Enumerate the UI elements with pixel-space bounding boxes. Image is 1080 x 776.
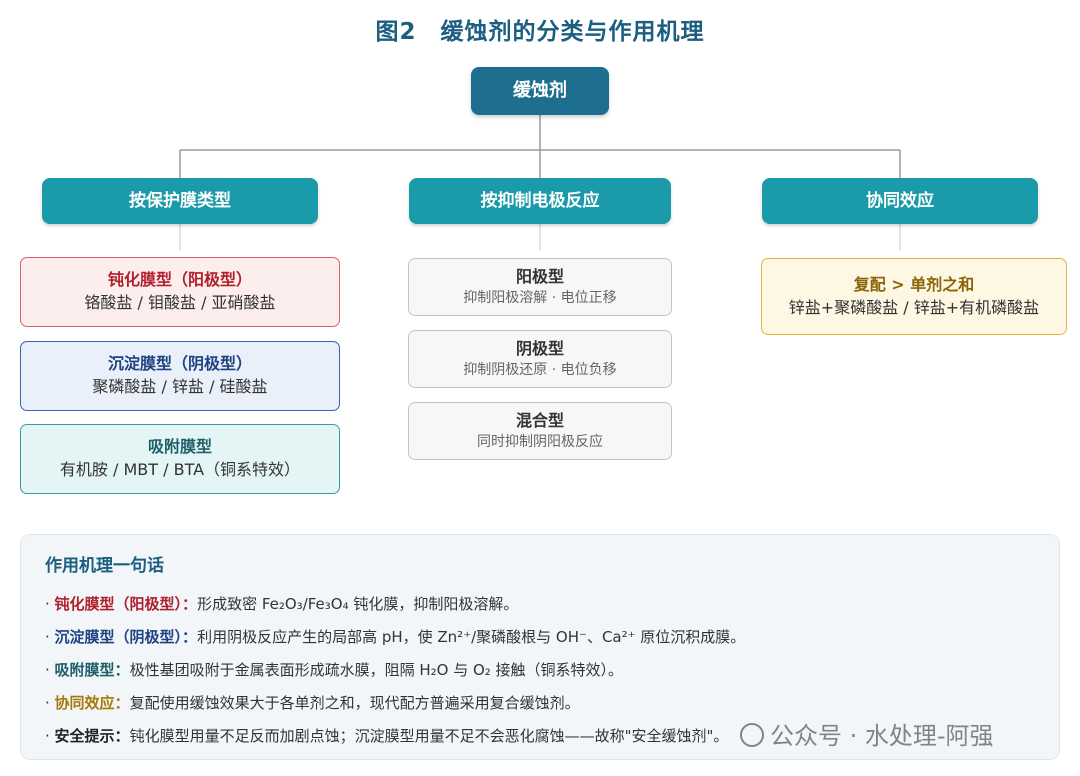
watermark: 公众号 · 水处理-阿强	[740, 716, 994, 751]
passivation-film-heading: 钝化膜型（阳极型）	[107, 270, 252, 289]
cathodic-type-heading: 阴极型	[515, 339, 564, 358]
mixed-type-node: 混合型 同时抑制阴阳极反应	[408, 402, 672, 460]
mixed-type-heading: 混合型	[515, 411, 564, 430]
summary-text: 复配使用缓蚀效果大于各单剂之和，现代配方普遍采用复合缓蚀剂。	[129, 694, 580, 712]
summary-row-passivation: · 钝化膜型（阳极型）：形成致密 Fe₂O₃/Fe₃O₄ 钝化膜，抑制阳极溶解。	[45, 595, 519, 613]
cathodic-type-node: 阴极型 抑制阴极还原 · 电位负移	[408, 330, 672, 388]
summary-row-precipitation: · 沉淀膜型（阴极型）：利用阴极反应产生的局部高 pH，使 Zn²⁺/聚磷酸根与…	[45, 628, 746, 646]
passivation-film-node: 钝化膜型（阳极型） 铬酸盐 / 钼酸盐 / 亚硝酸盐	[20, 257, 340, 327]
category-film-type: 按保护膜类型	[42, 178, 318, 224]
summary-text: 极性基团吸附于金属表面形成疏水膜，阻隔 H₂O 与 O₂ 接触（铜系特效）。	[129, 661, 624, 679]
anodic-type-heading: 阳极型	[515, 267, 564, 286]
summary-label: 协同效应：	[54, 694, 130, 712]
cathodic-type-detail: 抑制阴极还原 · 电位负移	[463, 362, 617, 378]
summary-text: 利用阴极反应产生的局部高 pH，使 Zn²⁺/聚磷酸根与 OH⁻、Ca²⁺ 原位…	[197, 628, 746, 646]
summary-label: 安全提示：	[54, 727, 130, 745]
summary-text: 形成致密 Fe₂O₃/Fe₃O₄ 钝化膜，抑制阳极溶解。	[197, 595, 519, 613]
watermark-text: 公众号 · 水处理-阿强	[770, 722, 994, 750]
summary-title: 作用机理一句话	[45, 556, 164, 576]
summary-label: 钝化膜型（阳极型）：	[54, 595, 198, 613]
root-node: 缓蚀剂	[471, 67, 609, 115]
summary-text: 钝化膜型用量不足反而加剧点蚀；沉淀膜型用量不足不会恶化腐蚀——故称"安全缓蚀剂"…	[129, 727, 729, 745]
anodic-type-node: 阳极型 抑制阳极溶解 · 电位正移	[408, 258, 672, 316]
adsorption-film-heading: 吸附膜型	[147, 437, 212, 456]
summary-label: 吸附膜型：	[54, 661, 130, 679]
wechat-icon	[740, 723, 764, 747]
passivation-film-detail: 铬酸盐 / 钼酸盐 / 亚硝酸盐	[84, 293, 276, 312]
category-synergy: 协同效应	[762, 178, 1038, 224]
category-electrode-reaction: 按抑制电极反应	[409, 178, 671, 224]
mixed-type-detail: 同时抑制阴阳极反应	[477, 434, 603, 450]
synergy-detail: 锌盐+聚磷酸盐 / 锌盐+有机磷酸盐	[788, 297, 1040, 317]
synergy-heading: 复配 > 单剂之和	[853, 274, 975, 294]
summary-row-adsorption: · 吸附膜型：极性基团吸附于金属表面形成疏水膜，阻隔 H₂O 与 O₂ 接触（铜…	[45, 661, 624, 679]
precipitation-film-heading: 沉淀膜型（阴极型）	[107, 354, 252, 373]
adsorption-film-detail: 有机胺 / MBT / BTA（铜系特效）	[59, 460, 301, 479]
precipitation-film-detail: 聚磷酸盐 / 锌盐 / 硅酸盐	[92, 377, 268, 396]
anodic-type-detail: 抑制阳极溶解 · 电位正移	[463, 290, 617, 306]
adsorption-film-node: 吸附膜型 有机胺 / MBT / BTA（铜系特效）	[20, 424, 340, 494]
summary-label: 沉淀膜型（阴极型）：	[54, 628, 198, 646]
precipitation-film-node: 沉淀膜型（阴极型） 聚磷酸盐 / 锌盐 / 硅酸盐	[20, 341, 340, 411]
synergy-node: 复配 > 单剂之和 锌盐+聚磷酸盐 / 锌盐+有机磷酸盐	[761, 258, 1067, 335]
